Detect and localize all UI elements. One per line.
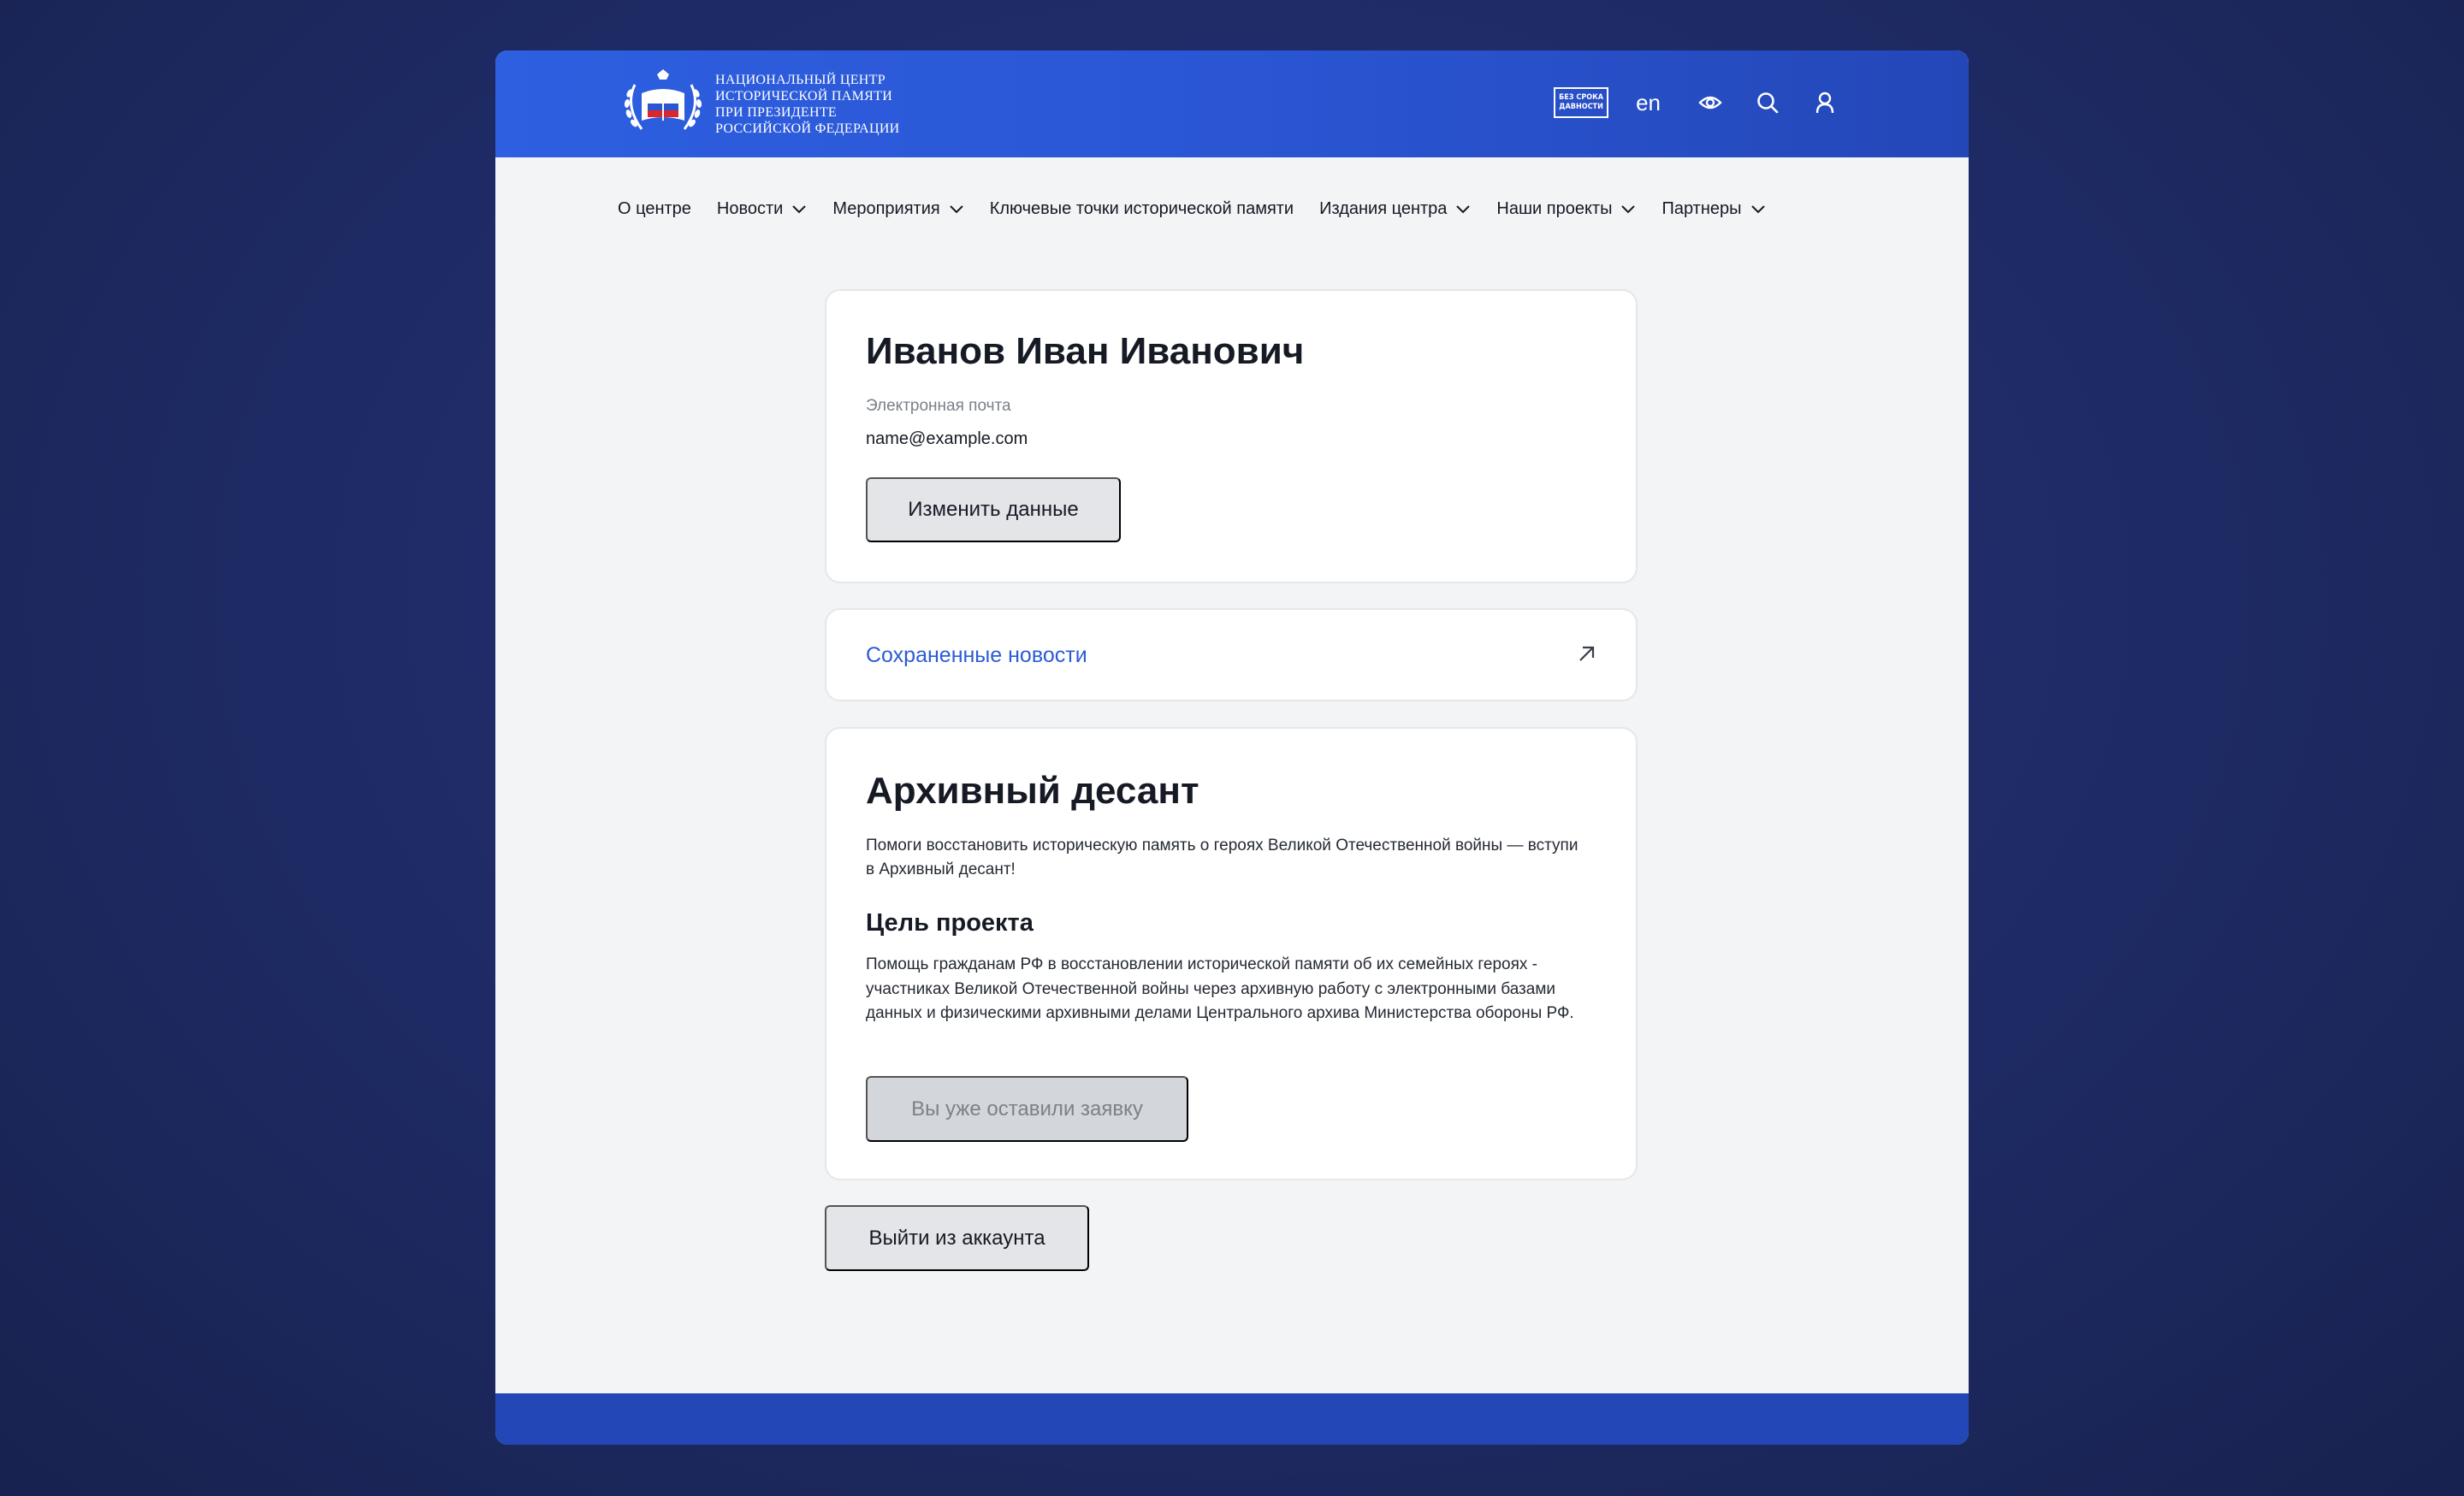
nav-label: Новости [716, 198, 784, 218]
arrow-up-right-icon [1579, 646, 1595, 661]
project-description: Помоги восстановить историческую память … [866, 837, 1578, 878]
nav-label: Издания центра [1319, 198, 1448, 218]
site-logo[interactable]: Национальный центр исторической памяти п… [618, 68, 900, 141]
logo-line: Национальный центр [715, 73, 886, 87]
chevron-down-icon [1621, 205, 1636, 214]
nav-item-key-points[interactable]: Ключевые точки исторической памяти [990, 199, 1294, 219]
nav-label: Мероприятия [832, 198, 940, 218]
logout-button[interactable]: Выйти из аккаунта [825, 1205, 1089, 1271]
chevron-down-icon [1750, 205, 1765, 214]
saved-news-card[interactable]: Сохраненные новости [825, 608, 1638, 701]
site-header: Национальный центр исторической памяти п… [495, 50, 1969, 157]
nav-item-projects[interactable]: Наши проекты [1496, 199, 1636, 219]
logo-line: Российской Федерации [715, 121, 900, 136]
project-title: Архивный десант [866, 770, 1199, 812]
nav-label: О центре [618, 198, 691, 218]
user-icon[interactable] [1810, 87, 1840, 118]
chevron-down-icon [950, 205, 963, 214]
profile-card: Иванов Иван Иванович Электронная почта n… [825, 289, 1638, 583]
nav-label: Ключевые точки исторической памяти [989, 198, 1294, 218]
application-submitted-button: Вы уже оставили заявку [866, 1076, 1188, 1142]
header-actions: БЕЗ СРОКА ДАВНОСТИ en [1554, 83, 1840, 122]
nav-item-events[interactable]: Мероприятия [832, 199, 963, 219]
badge-line: БЕЗ СРОКА [1559, 93, 1604, 102]
goal-text: Помощь гражданам РФ в восстановлении ист… [866, 955, 1574, 1022]
chevron-down-icon [792, 205, 807, 214]
profile-name: Иванов Иван Иванович [866, 330, 1305, 372]
email-value: name@example.com [866, 429, 1028, 448]
emblem-icon [624, 69, 702, 130]
bez-sroka-badge[interactable]: БЕЗ СРОКА ДАВНОСТИ [1554, 87, 1609, 118]
main-nav: О центре Новости Мероприятия Ключевые то… [618, 187, 1792, 230]
chevron-down-icon [1456, 205, 1471, 214]
browser-frame: Национальный центр исторической памяти п… [495, 50, 1969, 1445]
nav-item-publications[interactable]: Издания центра [1319, 199, 1471, 219]
nav-item-partners[interactable]: Партнеры [1661, 199, 1765, 219]
language-switch[interactable]: en [1636, 90, 1661, 116]
eye-icon[interactable] [1695, 87, 1726, 118]
nav-item-about[interactable]: О центре [618, 199, 691, 219]
logo-line: при Президенте [715, 105, 837, 120]
saved-news-link[interactable]: Сохраненные новости [866, 643, 1087, 668]
goal-heading: Цель проекта [866, 909, 1034, 937]
nav-item-news[interactable]: Новости [717, 199, 807, 219]
logo-line: исторической памяти [715, 89, 893, 103]
logo-text: Национальный центр исторической памяти п… [715, 72, 900, 137]
email-label: Электронная почта [866, 397, 1011, 415]
project-card: Архивный десант Помоги восстановить исто… [825, 727, 1638, 1180]
site-footer [495, 1393, 1969, 1445]
badge-line: ДАВНОСТИ [1559, 103, 1603, 111]
nav-label: Наши проекты [1496, 198, 1613, 218]
search-icon[interactable] [1752, 87, 1783, 118]
edit-profile-button[interactable]: Изменить данные [866, 477, 1121, 542]
nav-label: Партнеры [1661, 198, 1742, 218]
